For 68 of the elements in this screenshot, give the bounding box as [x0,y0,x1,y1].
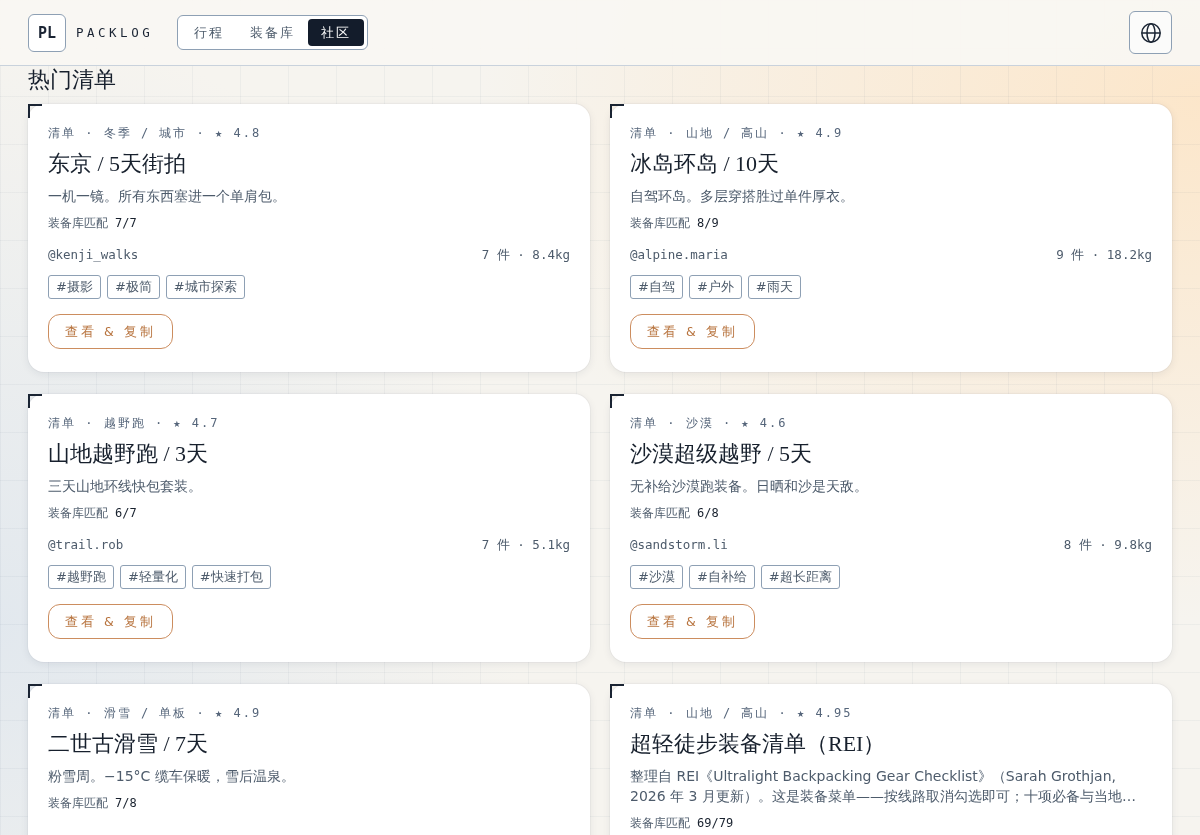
match-count: 6/8 [697,506,719,520]
match-count: 6/7 [115,506,137,520]
card-meta: 清单 · 沙漠 · ★ 4.6 [630,416,789,430]
tag: #超长距离 [760,565,840,589]
corner-bracket-icon [610,394,624,408]
match-label: 装备库匹配 [630,506,690,520]
item-summary: 8 件 · 9.8kg [1063,537,1152,553]
tag: #沙漠 [630,565,683,589]
match-label: 装备库匹配 [48,216,108,230]
card-description: 粉雪周。−15°C 缆车保暖，雪后温泉。 [48,767,296,786]
card-meta: 清单 · 冬季 / 城市 · ★ 4.8 [48,126,263,140]
globe-icon [1139,21,1162,44]
logo-mark: PL [28,13,66,52]
match-count: 8/9 [697,216,719,230]
tag: #自驾 [630,275,683,299]
view-copy-button[interactable]: 查看 & 复制 [48,314,173,349]
tag: #快速打包 [191,565,271,589]
card-description: 自驾环岛。多层穿搭胜过单件厚衣。 [630,187,855,206]
corner-bracket-icon [28,394,42,408]
nav-tab[interactable]: 行程 [181,19,238,46]
author-handle: @trail.rob [48,537,124,553]
view-copy-button[interactable]: 查看 & 复制 [630,604,755,639]
match-count: 7/7 [115,216,137,230]
corner-bracket-icon [28,684,42,698]
item-summary: 9 件 · 18.2kg [1056,247,1152,263]
author-handle: @alpine.maria [630,247,728,263]
tag: #越野跑 [48,565,114,589]
tag: #自补给 [688,565,755,589]
view-copy-button[interactable]: 查看 & 复制 [630,314,755,349]
card-title: 冰岛环岛 / 10天 [630,151,781,177]
match-label: 装备库匹配 [48,506,108,520]
corner-bracket-icon [610,684,624,698]
match-label: 装备库匹配 [48,796,108,810]
card-meta: 清单 · 山地 / 高山 · ★ 4.9 [630,126,845,140]
item-summary: 7 件 · 5.1kg [481,537,570,553]
tag: #极简 [106,275,160,299]
section-heading: 热门清单 [28,66,117,93]
nav-tab[interactable]: 装备库 [237,19,309,46]
tag: #城市探索 [165,275,245,299]
author-handle: @sandstorm.li [630,537,728,553]
match-label: 装备库匹配 [630,816,690,830]
tag: #户外 [688,275,742,299]
match-label: 装备库匹配 [630,216,690,230]
card-meta: 清单 · 滑雪 / 单板 · ★ 4.9 [48,706,263,720]
card-title: 超轻徒步装备清单（REI） [630,731,887,757]
brand-name: PACKLOG [76,25,154,40]
tag: #雨天 [747,275,801,299]
corner-bracket-icon [28,104,42,118]
match-count: 69/79 [697,816,734,830]
card-title: 沙漠超级越野 / 5天 [630,441,814,467]
corner-bracket-icon [610,104,624,118]
language-button[interactable] [1129,11,1172,54]
card-meta: 清单 · 山地 / 高山 · ★ 4.95 [630,706,854,720]
card-title: 二世古滑雪 / 7天 [48,731,210,757]
tag: #轻量化 [119,565,186,589]
view-copy-button[interactable]: 查看 & 复制 [48,604,173,639]
card-description: 三天山地环线快包套装。 [48,477,203,496]
item-summary: 7 件 · 8.4kg [481,247,570,263]
card-description: 整理自 REI《Ultralight Backpacking Gear Checklist》（Sarah Grothjan, 2026 年 3 月更新）。这是装备菜单——按线路取消勾选即可；十项必备与当地… [630,767,1137,806]
card-title: 东京 / 5天街拍 [48,151,188,177]
card-title: 山地越野跑 / 3天 [48,441,210,467]
card-description: 一机一镜。所有东西塞进一个单肩包。 [48,187,287,206]
card-description: 无补给沙漠跑装备。日晒和沙是天敌。 [630,477,869,496]
nav-tab[interactable]: 社区 [308,19,365,46]
card-meta: 清单 · 越野跑 · ★ 4.7 [48,416,221,430]
author-handle: @kenji_walks [48,247,139,263]
match-count: 7/8 [115,796,137,810]
tag: #摄影 [48,275,101,299]
